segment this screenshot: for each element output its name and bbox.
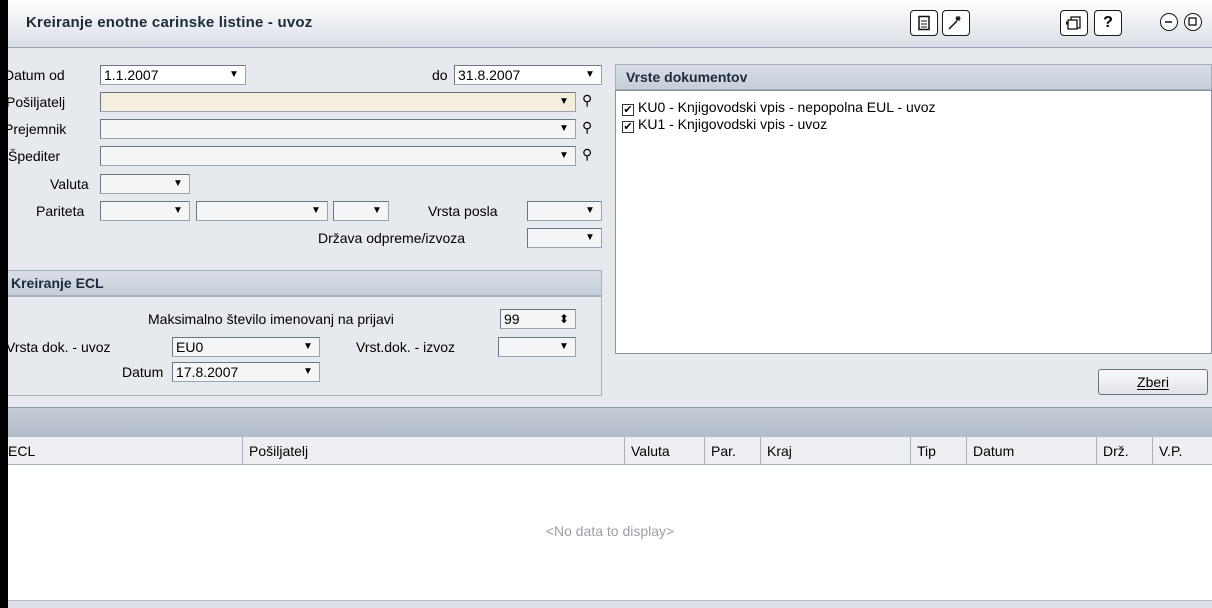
column-header[interactable]: Pošiljatelj — [242, 437, 624, 465]
vrsta-uvoz-label: Vrsta dok. - uvoz — [8, 339, 111, 355]
chevron-down-icon[interactable]: ▼ — [171, 177, 185, 191]
chevron-down-icon[interactable]: ▼ — [557, 122, 571, 136]
chevron-down-icon[interactable]: ▼ — [301, 365, 315, 379]
search-icon[interactable]: ⚲ — [582, 119, 592, 136]
application-window: Kreiranje enotne carinske listine - uvoz… — [8, 0, 1212, 608]
column-header[interactable]: Tip — [910, 437, 966, 465]
search-icon[interactable]: ⚲ — [582, 146, 592, 163]
drzava-field[interactable]: ▼ — [527, 228, 602, 248]
vrsta-izvoz-field[interactable]: ▼ — [498, 337, 576, 357]
column-header[interactable]: Drž. — [1096, 437, 1152, 465]
max-stepper[interactable]: 99 ⬍ — [500, 309, 576, 329]
valuta-field[interactable]: ▼ — [100, 174, 190, 194]
kreiranje-panel-header: Kreiranje ECL — [8, 270, 602, 296]
column-label: Datum — [973, 443, 1015, 459]
minimize-icon[interactable] — [1160, 13, 1178, 31]
grid-body[interactable]: <No data to display> — [8, 465, 1212, 600]
list-item[interactable]: ✔ KU1 - Knjigovodski vpis - uvoz — [616, 116, 1211, 133]
chevron-down-icon[interactable]: ▼ — [301, 340, 315, 354]
chevron-down-icon[interactable]: ▼ — [557, 149, 571, 163]
spediter-field[interactable]: ▼ — [100, 146, 576, 166]
chevron-down-icon[interactable]: ▼ — [557, 95, 571, 109]
column-label: Drž. — [1103, 443, 1129, 459]
vrsta-posla-label: Vrsta posla — [428, 203, 498, 219]
column-header[interactable]: Datum — [966, 437, 1096, 465]
chevron-down-icon[interactable]: ▼ — [370, 204, 384, 218]
column-header[interactable]: Par. — [704, 437, 760, 465]
column-label: Tip — [917, 443, 936, 459]
column-label: ECL — [8, 443, 36, 459]
copy-icon[interactable] — [1060, 10, 1088, 36]
datum-od-field[interactable]: 1.1.2007 ▼ — [100, 65, 246, 85]
max-label: Maksimalno število imenovanj na prijavi — [148, 311, 394, 327]
title-bar: Kreiranje enotne carinske listine - uvoz… — [8, 0, 1212, 48]
posiljatelj-label: Pošiljatelj — [8, 94, 66, 110]
prejemnik-label: Prejemnik — [8, 121, 67, 137]
documents-panel-header: Vrste dokumentov — [615, 64, 1212, 90]
pariteta-field-1[interactable]: ▼ — [100, 201, 190, 221]
chevron-down-icon[interactable]: ▼ — [557, 340, 571, 354]
posiljatelj-field[interactable]: ▼ — [100, 92, 576, 112]
document-label: KU1 - Knjigovodski vpis - uvoz — [638, 116, 828, 132]
datum-field[interactable]: 17.8.2007 ▼ — [172, 362, 320, 382]
drzava-label: Država odpreme/izvoza — [318, 230, 466, 246]
grid-footer — [8, 600, 1212, 608]
datum-value: 17.8.2007 — [176, 364, 239, 380]
prejemnik-field[interactable]: ▼ — [100, 119, 576, 139]
kreiranje-header-text: Kreiranje ECL — [11, 275, 104, 291]
datum-od-value: 1.1.2007 — [104, 67, 159, 83]
datum-od-label: Datum od — [8, 67, 65, 83]
chevron-down-icon[interactable]: ▼ — [227, 68, 241, 82]
max-value: 99 — [504, 311, 520, 327]
datum-do-value: 31.8.2007 — [458, 67, 521, 83]
column-header[interactable]: Kraj — [760, 437, 910, 465]
chevron-down-icon[interactable]: ▼ — [583, 68, 597, 82]
checkbox[interactable]: ✔ — [622, 121, 634, 133]
vrsta-uvoz-value: EU0 — [176, 339, 204, 355]
vrsta-uvoz-field[interactable]: EU0 ▼ — [172, 337, 320, 357]
column-header[interactable]: V.P. — [1152, 437, 1212, 465]
grid-group-band — [8, 407, 1212, 437]
window-title: Kreiranje enotne carinske listine - uvoz — [26, 14, 313, 31]
column-label: Pošiljatelj — [249, 443, 309, 459]
spediter-label: Špediter — [8, 148, 61, 164]
zberi-label: Zberi — [1137, 374, 1169, 390]
chevron-down-icon[interactable]: ▼ — [171, 204, 185, 218]
help-label: ? — [1103, 14, 1113, 31]
column-label: Valuta — [631, 443, 670, 459]
datum-label: Datum — [122, 364, 164, 380]
chevron-down-icon[interactable]: ▼ — [583, 231, 597, 245]
documents-list[interactable]: ✔ KU0 - Knjigovodski vpis - nepopolna EUL… — [615, 90, 1212, 354]
help-icon[interactable]: ? — [1094, 10, 1122, 36]
empty-message: <No data to display> — [545, 523, 675, 539]
checkbox[interactable]: ✔ — [622, 104, 634, 116]
list-item[interactable]: ✔ KU0 - Knjigovodski vpis - nepopolna EUL… — [616, 99, 1211, 116]
valuta-label: Valuta — [50, 176, 89, 192]
zberi-button[interactable]: Zberi — [1098, 369, 1208, 395]
documents-header-text: Vrste dokumentov — [626, 69, 748, 85]
datum-do-field[interactable]: 31.8.2007 ▼ — [454, 65, 602, 85]
column-header[interactable]: Valuta — [624, 437, 704, 465]
grid-header: ECL Pošiljatelj Valuta Par. Kraj Tip Dat… — [8, 437, 1212, 465]
pariteta-field-2[interactable]: ▼ — [196, 201, 328, 221]
chevron-down-icon[interactable]: ▼ — [309, 204, 323, 218]
column-label: V.P. — [1159, 443, 1183, 459]
do-label: do — [432, 67, 448, 83]
column-label: Kraj — [767, 443, 792, 459]
column-header[interactable]: ECL — [8, 437, 242, 465]
restore-icon[interactable] — [1184, 13, 1202, 31]
pariteta-label: Pariteta — [36, 203, 85, 219]
vrsta-posla-field[interactable]: ▼ — [527, 201, 602, 221]
wizard-icon[interactable] — [942, 10, 970, 36]
column-label: Par. — [711, 443, 736, 459]
stepper-icon[interactable]: ⬍ — [557, 312, 571, 326]
pariteta-field-3[interactable]: ▼ — [333, 201, 389, 221]
document-icon[interactable] — [910, 10, 938, 36]
chevron-down-icon[interactable]: ▼ — [583, 204, 597, 218]
vrsta-izvoz-label: Vrst.dok. - izvoz — [356, 339, 456, 355]
search-icon[interactable]: ⚲ — [582, 92, 592, 109]
document-label: KU0 - Knjigovodski vpis - nepopolna EUL … — [638, 99, 936, 115]
